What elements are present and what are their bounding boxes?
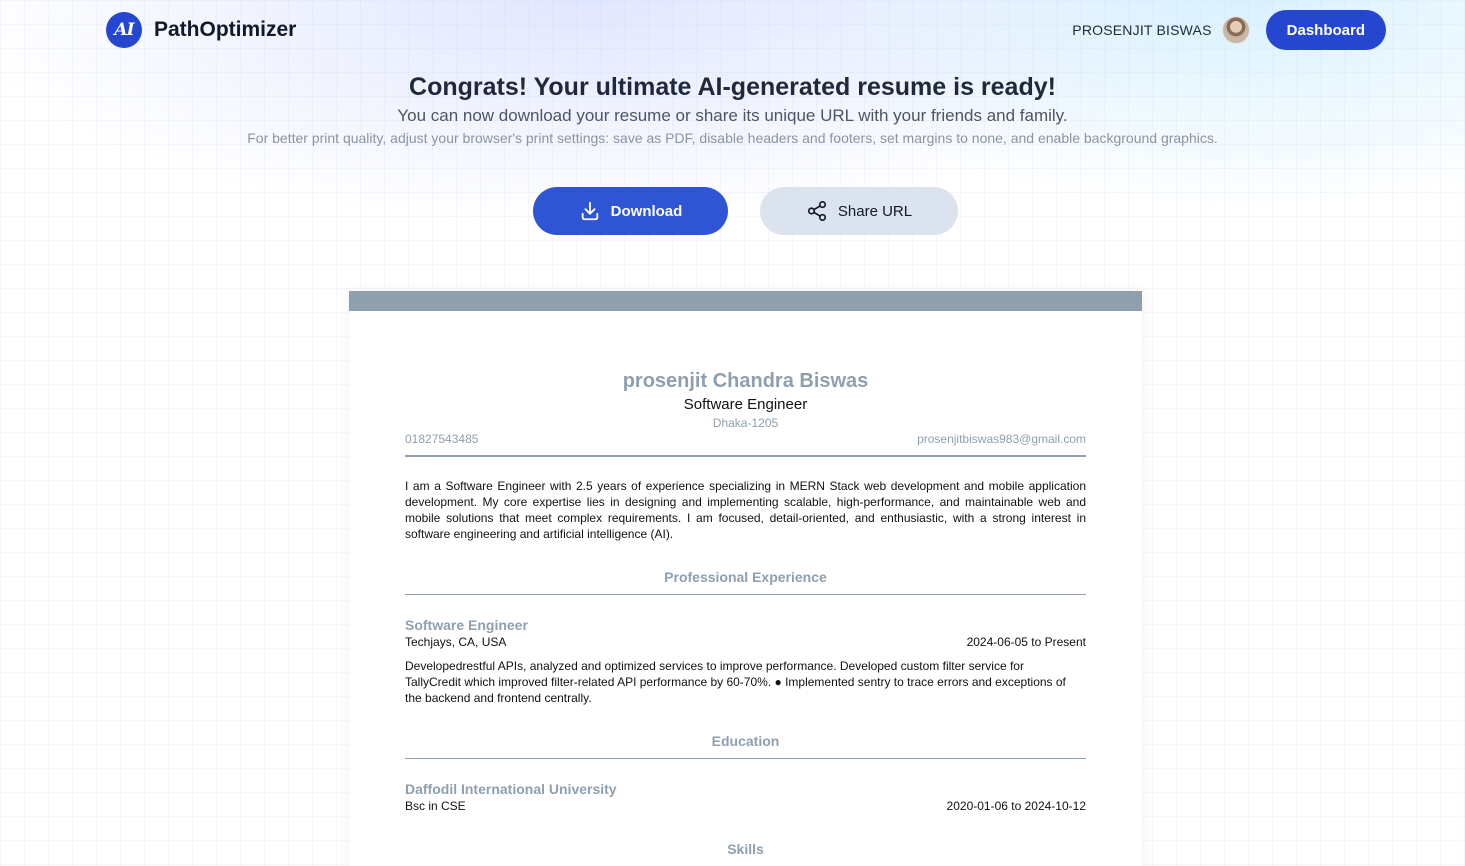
page-title: Congrats! Your ultimate AI-generated res… <box>409 73 1056 101</box>
print-note: For better print quality, adjust your br… <box>247 130 1218 146</box>
skills-heading: Skills <box>727 841 764 857</box>
education-degree: Bsc in CSE <box>405 799 466 813</box>
share-icon <box>806 200 828 222</box>
avatar[interactable] <box>1221 16 1250 44</box>
experience-item: Software Engineer Techjays, CA, USA 2024… <box>405 616 1086 706</box>
experience-heading: Professional Experience <box>405 568 1086 595</box>
resume-job-title: Software Engineer <box>683 396 808 413</box>
education-heading: Education <box>405 732 1086 759</box>
resume-top-bar <box>349 291 1142 311</box>
download-button[interactable]: Download <box>533 187 728 235</box>
hero: Congrats! Your ultimate AI-generated res… <box>0 70 1465 148</box>
experience-dates: 2024-06-05 to Present <box>966 635 1086 649</box>
education-meta: Bsc in CSE 2020-01-06 to 2024-10-12 <box>405 798 1086 814</box>
education-dates: 2020-01-06 to 2024-10-12 <box>946 799 1086 813</box>
education-item: Daffodil International University Bsc in… <box>405 780 1086 814</box>
resume-summary: I am a Software Engineer with 2.5 years … <box>405 479 1086 541</box>
share-url-button[interactable]: Share URL <box>760 187 958 235</box>
hero-subtitle: You can now download your resume or shar… <box>397 106 1068 125</box>
action-buttons: Download Share URL <box>533 187 958 235</box>
download-label: Download <box>610 202 683 220</box>
education-school: Daffodil International University <box>405 781 617 797</box>
dashboard-button[interactable]: Dashboard <box>1265 10 1386 50</box>
experience-meta: Techjays, CA, USA 2024-06-05 to Present <box>405 634 1086 650</box>
user-area: PROSENJIT BISWAS Dashboard <box>1072 10 1386 50</box>
resume-contact: 01827543485 prosenjitbiswas983@gmail.com <box>405 431 1086 457</box>
resume-preview: prosenjit Chandra Biswas Software Engine… <box>349 291 1142 866</box>
resume-phone: 01827543485 <box>405 432 479 446</box>
top-header: AI PathOptimizer PROSENJIT BISWAS Dashbo… <box>0 0 1465 60</box>
download-icon <box>579 200 601 222</box>
resume-email: prosenjitbiswas983@gmail.com <box>917 432 1086 446</box>
experience-role: Software Engineer <box>405 617 528 633</box>
experience-description: Developedrestful APIs, analyzed and opti… <box>405 659 1066 705</box>
brand-name: PathOptimizer <box>154 18 297 41</box>
user-name: PROSENJIT BISWAS <box>1072 22 1212 38</box>
resume-location: Dhaka-1205 <box>712 416 779 430</box>
experience-company: Techjays, CA, USA <box>405 635 507 649</box>
resume-body: prosenjit Chandra Biswas Software Engine… <box>349 311 1142 858</box>
share-label: Share URL <box>837 202 913 220</box>
resume-name: prosenjit Chandra Biswas <box>622 370 869 392</box>
brand-logo-icon: AI <box>106 12 142 48</box>
brand[interactable]: AI PathOptimizer <box>106 12 296 48</box>
